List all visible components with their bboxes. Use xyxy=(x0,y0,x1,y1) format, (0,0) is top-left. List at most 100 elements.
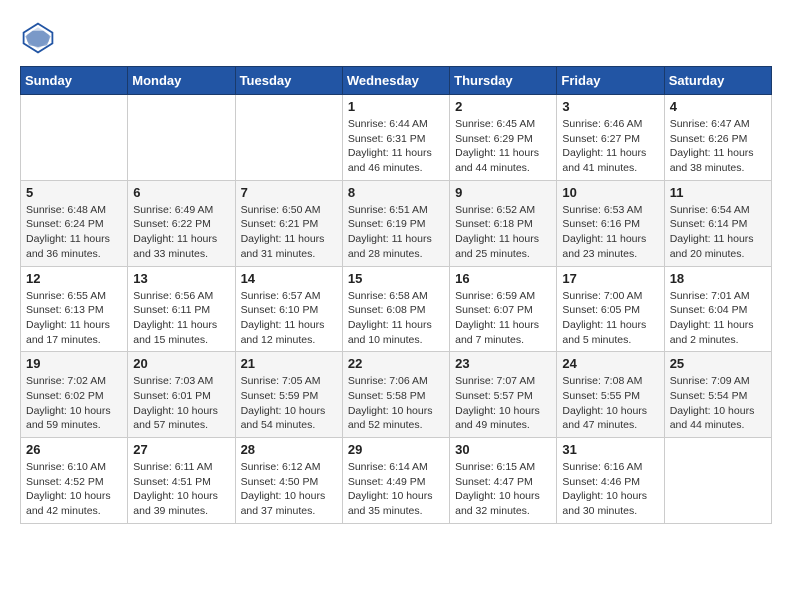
day-info: Sunrise: 7:07 AM Sunset: 5:57 PM Dayligh… xyxy=(455,374,551,433)
day-number: 31 xyxy=(562,442,658,457)
calendar-cell: 18 Sunrise: 7:01 AM Sunset: 6:04 PM Dayli… xyxy=(664,266,771,352)
day-number: 10 xyxy=(562,185,658,200)
weekday-header-saturday: Saturday xyxy=(664,67,771,95)
calendar-cell xyxy=(235,95,342,181)
day-info: Sunrise: 6:58 AM Sunset: 6:08 PM Dayligh… xyxy=(348,289,444,348)
calendar-cell: 15 Sunrise: 6:58 AM Sunset: 6:08 PM Dayli… xyxy=(342,266,449,352)
day-info: Sunrise: 6:45 AM Sunset: 6:29 PM Dayligh… xyxy=(455,117,551,176)
calendar-week-row: 19 Sunrise: 7:02 AM Sunset: 6:02 PM Dayli… xyxy=(21,352,772,438)
calendar-cell: 26Sunrise: 6:10 AM Sunset: 4:52 PM Dayli… xyxy=(21,438,128,524)
calendar-cell: 17 Sunrise: 7:00 AM Sunset: 6:05 PM Dayli… xyxy=(557,266,664,352)
day-info: Sunrise: 6:12 AM Sunset: 4:50 PM Dayligh… xyxy=(241,460,337,519)
day-info: Sunrise: 6:15 AM Sunset: 4:47 PM Dayligh… xyxy=(455,460,551,519)
day-info: Sunrise: 6:55 AM Sunset: 6:13 PM Dayligh… xyxy=(26,289,122,348)
day-info: Sunrise: 6:14 AM Sunset: 4:49 PM Dayligh… xyxy=(348,460,444,519)
day-info: Sunrise: 6:48 AM Sunset: 6:24 PM Dayligh… xyxy=(26,203,122,262)
calendar-cell xyxy=(664,438,771,524)
calendar-week-row: 26Sunrise: 6:10 AM Sunset: 4:52 PM Dayli… xyxy=(21,438,772,524)
day-info: Sunrise: 6:50 AM Sunset: 6:21 PM Dayligh… xyxy=(241,203,337,262)
day-number: 16 xyxy=(455,271,551,286)
calendar-cell: 4 Sunrise: 6:47 AM Sunset: 6:26 PM Daylig… xyxy=(664,95,771,181)
day-info: Sunrise: 7:05 AM Sunset: 5:59 PM Dayligh… xyxy=(241,374,337,433)
calendar-cell: 6Sunrise: 6:49 AM Sunset: 6:22 PM Daylig… xyxy=(128,180,235,266)
day-number: 17 xyxy=(562,271,658,286)
day-number: 22 xyxy=(348,356,444,371)
day-number: 11 xyxy=(670,185,766,200)
day-info: Sunrise: 6:51 AM Sunset: 6:19 PM Dayligh… xyxy=(348,203,444,262)
day-number: 15 xyxy=(348,271,444,286)
day-number: 6 xyxy=(133,185,229,200)
day-number: 4 xyxy=(670,99,766,114)
calendar-header-row: SundayMondayTuesdayWednesdayThursdayFrid… xyxy=(21,67,772,95)
calendar-cell: 14 Sunrise: 6:57 AM Sunset: 6:10 PM Dayli… xyxy=(235,266,342,352)
day-info: Sunrise: 7:06 AM Sunset: 5:58 PM Dayligh… xyxy=(348,374,444,433)
weekday-header-sunday: Sunday xyxy=(21,67,128,95)
day-number: 13 xyxy=(133,271,229,286)
calendar-cell: 9 Sunrise: 6:52 AM Sunset: 6:18 PM Daylig… xyxy=(450,180,557,266)
day-number: 28 xyxy=(241,442,337,457)
weekday-header-friday: Friday xyxy=(557,67,664,95)
day-number: 12 xyxy=(26,271,122,286)
day-number: 30 xyxy=(455,442,551,457)
logo-icon xyxy=(20,20,56,56)
day-number: 3 xyxy=(562,99,658,114)
weekday-header-monday: Monday xyxy=(128,67,235,95)
day-number: 1 xyxy=(348,99,444,114)
day-number: 14 xyxy=(241,271,337,286)
calendar-cell: 25Sunrise: 7:09 AM Sunset: 5:54 PM Dayli… xyxy=(664,352,771,438)
day-number: 9 xyxy=(455,185,551,200)
calendar-cell: 11 Sunrise: 6:54 AM Sunset: 6:14 PM Dayli… xyxy=(664,180,771,266)
calendar-cell: 3 Sunrise: 6:46 AM Sunset: 6:27 PM Daylig… xyxy=(557,95,664,181)
day-info: Sunrise: 7:01 AM Sunset: 6:04 PM Dayligh… xyxy=(670,289,766,348)
day-info: Sunrise: 6:44 AM Sunset: 6:31 PM Dayligh… xyxy=(348,117,444,176)
page-header xyxy=(20,20,772,56)
calendar-cell: 27Sunrise: 6:11 AM Sunset: 4:51 PM Dayli… xyxy=(128,438,235,524)
calendar-cell: 31 Sunrise: 6:16 AM Sunset: 4:46 PM Dayli… xyxy=(557,438,664,524)
day-number: 29 xyxy=(348,442,444,457)
day-number: 20 xyxy=(133,356,229,371)
day-info: Sunrise: 6:16 AM Sunset: 4:46 PM Dayligh… xyxy=(562,460,658,519)
calendar-cell: 23Sunrise: 7:07 AM Sunset: 5:57 PM Dayli… xyxy=(450,352,557,438)
calendar-cell: 2Sunrise: 6:45 AM Sunset: 6:29 PM Daylig… xyxy=(450,95,557,181)
weekday-header-thursday: Thursday xyxy=(450,67,557,95)
day-number: 24 xyxy=(562,356,658,371)
calendar-cell: 16Sunrise: 6:59 AM Sunset: 6:07 PM Dayli… xyxy=(450,266,557,352)
day-number: 5 xyxy=(26,185,122,200)
day-info: Sunrise: 6:11 AM Sunset: 4:51 PM Dayligh… xyxy=(133,460,229,519)
calendar-cell xyxy=(21,95,128,181)
calendar-cell: 8 Sunrise: 6:51 AM Sunset: 6:19 PM Daylig… xyxy=(342,180,449,266)
day-info: Sunrise: 6:47 AM Sunset: 6:26 PM Dayligh… xyxy=(670,117,766,176)
calendar-cell: 13 Sunrise: 6:56 AM Sunset: 6:11 PM Dayli… xyxy=(128,266,235,352)
day-info: Sunrise: 6:52 AM Sunset: 6:18 PM Dayligh… xyxy=(455,203,551,262)
day-info: Sunrise: 6:46 AM Sunset: 6:27 PM Dayligh… xyxy=(562,117,658,176)
day-info: Sunrise: 6:56 AM Sunset: 6:11 PM Dayligh… xyxy=(133,289,229,348)
day-number: 8 xyxy=(348,185,444,200)
day-info: Sunrise: 6:54 AM Sunset: 6:14 PM Dayligh… xyxy=(670,203,766,262)
day-info: Sunrise: 7:03 AM Sunset: 6:01 PM Dayligh… xyxy=(133,374,229,433)
calendar-week-row: 1 Sunrise: 6:44 AM Sunset: 6:31 PM Daylig… xyxy=(21,95,772,181)
day-info: Sunrise: 7:02 AM Sunset: 6:02 PM Dayligh… xyxy=(26,374,122,433)
calendar-cell: 21Sunrise: 7:05 AM Sunset: 5:59 PM Dayli… xyxy=(235,352,342,438)
day-number: 26 xyxy=(26,442,122,457)
calendar-cell: 24 Sunrise: 7:08 AM Sunset: 5:55 PM Dayli… xyxy=(557,352,664,438)
day-info: Sunrise: 7:08 AM Sunset: 5:55 PM Dayligh… xyxy=(562,374,658,433)
calendar-cell: 20 Sunrise: 7:03 AM Sunset: 6:01 PM Dayli… xyxy=(128,352,235,438)
calendar-cell: 29 Sunrise: 6:14 AM Sunset: 4:49 PM Dayli… xyxy=(342,438,449,524)
calendar-cell: 7Sunrise: 6:50 AM Sunset: 6:21 PM Daylig… xyxy=(235,180,342,266)
calendar-week-row: 12 Sunrise: 6:55 AM Sunset: 6:13 PM Dayli… xyxy=(21,266,772,352)
day-number: 19 xyxy=(26,356,122,371)
calendar-cell: 5 Sunrise: 6:48 AM Sunset: 6:24 PM Daylig… xyxy=(21,180,128,266)
calendar-cell: 22 Sunrise: 7:06 AM Sunset: 5:58 PM Dayli… xyxy=(342,352,449,438)
day-info: Sunrise: 6:57 AM Sunset: 6:10 PM Dayligh… xyxy=(241,289,337,348)
day-number: 18 xyxy=(670,271,766,286)
calendar-table: SundayMondayTuesdayWednesdayThursdayFrid… xyxy=(20,66,772,524)
calendar-cell: 12 Sunrise: 6:55 AM Sunset: 6:13 PM Dayli… xyxy=(21,266,128,352)
day-info: Sunrise: 6:53 AM Sunset: 6:16 PM Dayligh… xyxy=(562,203,658,262)
calendar-cell: 28 Sunrise: 6:12 AM Sunset: 4:50 PM Dayli… xyxy=(235,438,342,524)
logo xyxy=(20,20,62,56)
weekday-header-wednesday: Wednesday xyxy=(342,67,449,95)
day-info: Sunrise: 7:00 AM Sunset: 6:05 PM Dayligh… xyxy=(562,289,658,348)
calendar-week-row: 5 Sunrise: 6:48 AM Sunset: 6:24 PM Daylig… xyxy=(21,180,772,266)
weekday-header-tuesday: Tuesday xyxy=(235,67,342,95)
calendar-cell: 30 Sunrise: 6:15 AM Sunset: 4:47 PM Dayli… xyxy=(450,438,557,524)
